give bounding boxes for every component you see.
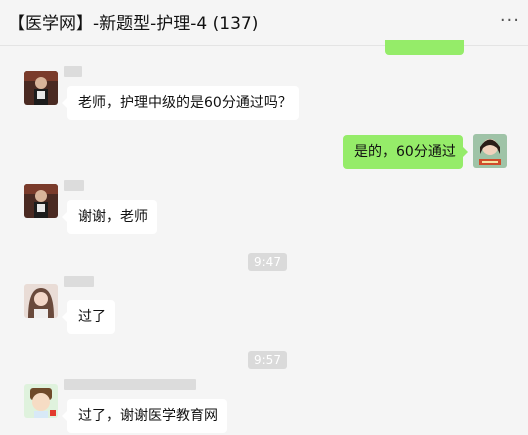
- avatar-person-dark-icon: [24, 71, 58, 105]
- message-text: 谢谢，老师: [78, 209, 148, 225]
- avatar-sender-1[interactable]: [24, 184, 58, 218]
- sender-name: [64, 66, 82, 77]
- avatar-cartoon-icon: [24, 384, 58, 418]
- message-bubble[interactable]: 老师，护理中级的是60分通过吗？: [62, 86, 299, 120]
- avatar-teacher-icon: [473, 134, 507, 168]
- avatar-sender-3[interactable]: [24, 384, 58, 418]
- sender-name: [64, 276, 94, 287]
- message-bubble-self[interactable]: 是的，60分通过: [343, 135, 468, 169]
- avatar-person-dark-icon: [24, 184, 58, 218]
- avatar-sender-1[interactable]: [24, 71, 58, 105]
- message-text: 过了: [78, 309, 106, 325]
- avatar-woman-icon: [24, 284, 58, 318]
- chat-title: 【医学网】-新题型-护理-4 (137): [8, 14, 259, 34]
- avatar-self[interactable]: [473, 134, 507, 168]
- message-text: 是的，60分通过: [354, 144, 456, 160]
- sender-name: [64, 379, 196, 390]
- message-text: 过了，谢谢医学教育网: [78, 408, 218, 424]
- timestamp: 9:57: [248, 351, 287, 369]
- message-text: 老师，护理中级的是60分通过吗？: [78, 95, 292, 111]
- previous-message-bubble: [385, 40, 464, 55]
- avatar-sender-2[interactable]: [24, 284, 58, 318]
- timestamp: 9:47: [248, 253, 287, 271]
- more-options-icon[interactable]: ···: [500, 10, 520, 31]
- sender-name: [64, 180, 84, 191]
- message-bubble[interactable]: 过了: [62, 300, 115, 334]
- message-bubble[interactable]: 过了，谢谢医学教育网: [62, 399, 227, 433]
- message-bubble[interactable]: 谢谢，老师: [62, 200, 157, 234]
